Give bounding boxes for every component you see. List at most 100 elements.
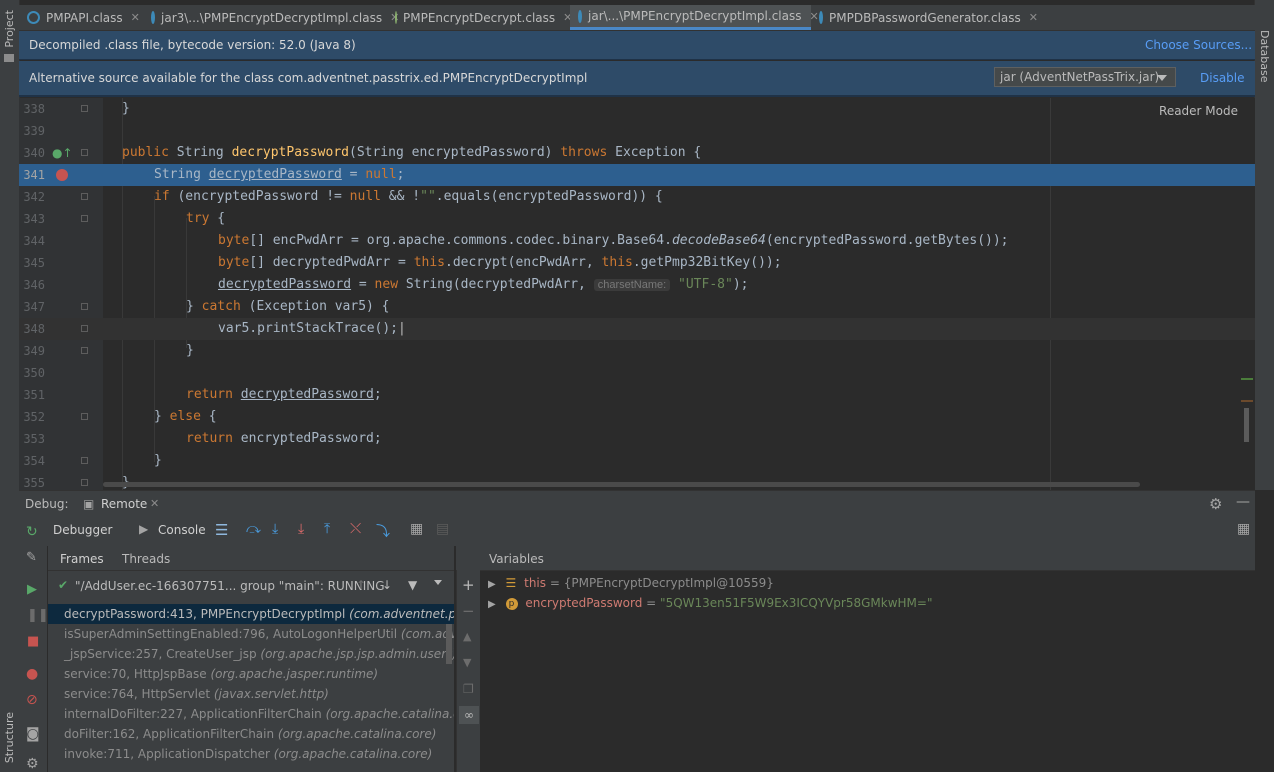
- tab-pmpencryptdecrypt[interactable]: PMPEncryptDecrypt.class ✕: [387, 5, 572, 30]
- frame-row[interactable]: doFilter:162, ApplicationFilterChain (or…: [48, 724, 454, 744]
- banner-text: Alternative source available for the cla…: [29, 71, 588, 85]
- gear-icon[interactable]: ⚙: [1209, 495, 1222, 513]
- code-text: return decryptedPassword;: [186, 387, 382, 402]
- tab-label: PMPEncryptDecrypt.class: [403, 10, 556, 25]
- line-number: 340: [23, 146, 45, 160]
- drop-frame-icon[interactable]: ⤬: [350, 521, 361, 537]
- pause-icon[interactable]: ❚❚: [27, 608, 49, 623]
- resume-icon[interactable]: ▶: [27, 582, 37, 597]
- code-text: if (encryptedPassword != null && !"".equ…: [154, 189, 663, 204]
- close-icon[interactable]: ✕: [1029, 11, 1038, 24]
- run-to-cursor-icon[interactable]: ⤵: [376, 521, 390, 541]
- fold-marker-icon[interactable]: [81, 215, 88, 222]
- fold-marker-icon[interactable]: [81, 457, 88, 464]
- line-number: 345: [23, 256, 45, 270]
- project-tool-tab[interactable]: Project: [3, 10, 16, 48]
- breakpoint-icon[interactable]: [56, 169, 68, 181]
- structure-tool-tab[interactable]: Structure: [3, 712, 16, 763]
- add-watch-icon[interactable]: +: [462, 576, 475, 594]
- arrow-up-icon[interactable]: ↑: [356, 578, 366, 592]
- fold-marker-icon[interactable]: [81, 325, 88, 332]
- thread-selector[interactable]: ✔ "/AddUser.ec-166307751... group "main"…: [48, 574, 454, 600]
- close-icon[interactable]: ✕: [131, 11, 140, 24]
- change-marker: [1241, 378, 1253, 380]
- line-number: 351: [23, 388, 45, 402]
- variables-header-spacer: [456, 546, 480, 570]
- filter-icon[interactable]: ▼: [408, 578, 417, 592]
- minimize-icon[interactable]: —: [1236, 494, 1250, 510]
- move-up-icon[interactable]: ▲: [463, 630, 471, 643]
- line-number: 338: [23, 102, 45, 116]
- code-editor[interactable]: Reader Mode 338 } 339 340 ●↑ public Stri…: [19, 98, 1255, 490]
- source-jar-combobox[interactable]: jar (AdventNetPassTrix.jar): [994, 67, 1176, 87]
- fold-marker-icon[interactable]: [81, 413, 88, 420]
- tab-pmpapi[interactable]: PMPAPI.class ✕: [19, 5, 143, 30]
- class-icon: [578, 9, 582, 23]
- choose-sources-link[interactable]: Choose Sources...: [1145, 31, 1252, 59]
- variable-row[interactable]: ▶ p encryptedPassword = "5QW13en51F5W9Ex…: [488, 593, 932, 613]
- code-line: 353 return encryptedPassword;: [19, 428, 1255, 450]
- mute-breakpoints-icon[interactable]: ⊘: [26, 692, 38, 708]
- step-into-icon[interactable]: ⤓: [272, 521, 278, 537]
- debug-side-toolbar: ↻ ✎ ▶ ❚❚ ■ ● ⊘ ◙ ⚙: [19, 516, 49, 772]
- settings-icon[interactable]: ⚙: [26, 756, 39, 772]
- session-tab-remote[interactable]: Remote: [101, 497, 147, 511]
- frame-row[interactable]: internalDoFilter:227, ApplicationFilterC…: [48, 704, 454, 724]
- frame-row[interactable]: _jspService:257, CreateUser_jsp (org.apa…: [48, 644, 454, 664]
- line-number: 349: [23, 344, 45, 358]
- fold-marker-icon[interactable]: [81, 193, 88, 200]
- layout-icon[interactable]: ☰: [215, 521, 228, 539]
- force-step-into-icon[interactable]: ⤓: [298, 521, 304, 537]
- fold-marker-icon[interactable]: [81, 105, 88, 112]
- tab-jar-impl-active[interactable]: jar\...\PMPEncryptDecryptImpl.class ✕: [570, 5, 819, 30]
- close-icon[interactable]: ✕: [150, 497, 159, 510]
- tab-console[interactable]: Console: [158, 523, 206, 537]
- debug-label: Debug:: [25, 497, 69, 511]
- fold-marker-icon[interactable]: [81, 149, 88, 156]
- frame-row[interactable]: invoke:711, ApplicationDispatcher (org.a…: [48, 744, 454, 764]
- database-tool-tab[interactable]: Database: [1258, 30, 1271, 83]
- frames-scrollbar[interactable]: [446, 624, 452, 664]
- restore-layout-icon[interactable]: ▦: [1237, 521, 1250, 537]
- variable-row[interactable]: ▶ ☰ this = {PMPEncryptDecryptImpl@10559}: [488, 573, 774, 593]
- remove-watch-icon[interactable]: −: [462, 602, 475, 620]
- variables-header: Variables: [480, 546, 1255, 571]
- fold-marker-icon[interactable]: [81, 347, 88, 354]
- code-line: 338 }: [19, 98, 1255, 120]
- variables-title: Variables: [489, 552, 544, 566]
- vertical-scrollbar[interactable]: [1244, 408, 1249, 442]
- tab-debugger[interactable]: Debugger: [53, 523, 112, 537]
- fold-marker-icon[interactable]: [81, 479, 88, 486]
- copy-icon[interactable]: ❐: [463, 682, 474, 696]
- implements-method-icon[interactable]: ●↑: [52, 146, 73, 160]
- tab-jar3-impl[interactable]: jar3\...\PMPEncryptDecryptImpl.class ✕: [143, 5, 399, 30]
- camera-icon[interactable]: ◙: [26, 726, 40, 742]
- debug-tool-window-header: Debug: ▣ Remote ✕ ⚙ —: [19, 490, 1255, 517]
- trace-icon[interactable]: ▤: [436, 521, 449, 537]
- step-out-icon[interactable]: ⤒: [324, 521, 330, 537]
- rerun-icon[interactable]: ↻: [26, 524, 38, 540]
- tab-threads[interactable]: Threads: [122, 552, 170, 566]
- frame-row[interactable]: service:764, HttpServlet (javax.servlet.…: [48, 684, 454, 704]
- view-breakpoints-icon[interactable]: ●: [26, 666, 38, 682]
- chevron-down-icon[interactable]: [434, 580, 442, 585]
- wrench-icon[interactable]: ✎: [26, 550, 37, 565]
- arrow-down-icon[interactable]: ↓: [382, 578, 392, 592]
- frame-row[interactable]: isSuperAdminSettingEnabled:796, AutoLogo…: [48, 624, 454, 644]
- chevron-right-icon[interactable]: ▶: [488, 599, 496, 610]
- tab-pmpdbpasswordgenerator[interactable]: PMPDBPasswordGenerator.class ✕: [811, 5, 1038, 30]
- glasses-icon[interactable]: ∞: [459, 706, 479, 724]
- horizontal-scrollbar[interactable]: [103, 482, 1140, 487]
- stop-icon[interactable]: ■: [27, 634, 39, 649]
- code-text: decryptedPassword = new String(decrypted…: [218, 277, 749, 292]
- variables-side-toolbar: + − ▲ ▼ ❐ ∞: [456, 570, 482, 772]
- disable-link[interactable]: Disable: [1200, 61, 1245, 95]
- frame-row[interactable]: service:70, HttpJspBase (org.apache.jasp…: [48, 664, 454, 684]
- move-down-icon[interactable]: ▼: [463, 656, 471, 669]
- frame-row[interactable]: decryptPassword:413, PMPEncryptDecryptIm…: [48, 604, 454, 624]
- fold-marker-icon[interactable]: [81, 303, 88, 310]
- step-over-icon[interactable]: ⤼: [246, 521, 261, 537]
- evaluate-expression-icon[interactable]: ▦: [410, 521, 423, 537]
- chevron-right-icon[interactable]: ▶: [488, 579, 496, 590]
- tab-frames[interactable]: Frames: [60, 552, 104, 566]
